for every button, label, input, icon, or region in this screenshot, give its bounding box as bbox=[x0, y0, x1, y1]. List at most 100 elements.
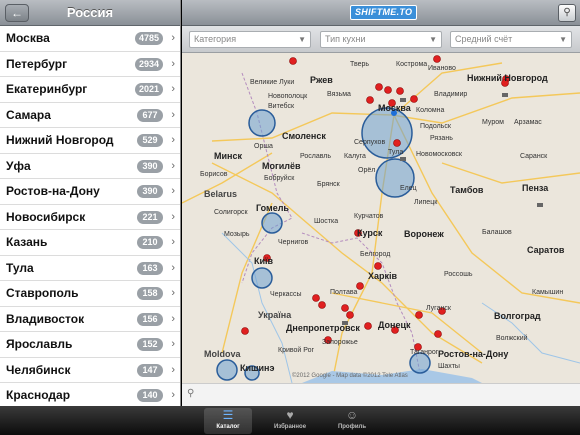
city-row[interactable]: Новосибирск 221 › bbox=[0, 204, 180, 230]
city-count-badge: 152 bbox=[137, 338, 163, 351]
city-name: Ставрополь bbox=[6, 286, 79, 300]
city-row[interactable]: Челябинск 147 › bbox=[0, 357, 180, 383]
chevron-right-icon: › bbox=[171, 287, 175, 299]
tab-profile[interactable]: ☺ Профиль bbox=[328, 408, 376, 434]
map-label: Гомель bbox=[256, 203, 289, 213]
person-icon: ☺ bbox=[345, 408, 359, 422]
city-row[interactable]: Ярославль 152 › bbox=[0, 332, 180, 358]
map-label: Саранск bbox=[520, 153, 548, 160]
map-label: Арзамас bbox=[514, 119, 542, 126]
map-label: Серпухов bbox=[354, 139, 386, 146]
map-label: Орша bbox=[254, 143, 273, 150]
city-row[interactable]: Петербург 2934 › bbox=[0, 51, 180, 77]
average-check-select-label: Средний счёт bbox=[455, 34, 513, 44]
map-label: Кострома bbox=[396, 61, 428, 68]
map-label: Смоленск bbox=[282, 131, 326, 141]
map-label: Курчатов bbox=[354, 213, 384, 220]
map-label: Днепропетровск bbox=[286, 323, 360, 333]
map-label: Владимир bbox=[434, 91, 468, 98]
tab-catalog-label: Каталог bbox=[216, 424, 240, 430]
map-label: Солигорск bbox=[214, 209, 248, 216]
city-row[interactable]: Уфа 390 › bbox=[0, 153, 180, 179]
map-pin-icon: ⚲ bbox=[563, 7, 571, 18]
city-row[interactable]: Самара 677 › bbox=[0, 102, 180, 128]
heart-icon: ♥ bbox=[286, 408, 294, 422]
map-label: Чернигов bbox=[278, 239, 309, 246]
map-label: Мозырь bbox=[224, 231, 250, 238]
map-label: Минск bbox=[214, 151, 242, 161]
city-name: Уфа bbox=[6, 158, 31, 173]
chevron-right-icon: › bbox=[171, 83, 175, 95]
average-check-select[interactable]: Средний счёт ▼ bbox=[450, 31, 572, 48]
chevron-right-icon: › bbox=[171, 338, 175, 350]
map-label: Belarus bbox=[204, 189, 238, 199]
city-count-badge: 140 bbox=[137, 389, 163, 402]
city-row[interactable]: Москва 4785 › bbox=[0, 26, 180, 52]
map-label: Елец bbox=[400, 185, 417, 192]
city-count-badge: 390 bbox=[137, 159, 163, 173]
location-button[interactable]: ⚲ bbox=[558, 4, 576, 22]
chevron-right-icon: › bbox=[171, 32, 175, 44]
map-view[interactable]: Великие Луки Ржев Новополоцк Витебск Вяз… bbox=[182, 53, 580, 383]
map-label: Moldova bbox=[204, 349, 241, 359]
city-row[interactable]: Ставрополь 158 › bbox=[0, 281, 180, 307]
map-label: Запорожье bbox=[322, 339, 358, 346]
map-label: Вязьма bbox=[327, 91, 351, 98]
map-label: Шостка bbox=[314, 218, 339, 225]
chevron-right-icon: › bbox=[171, 159, 175, 172]
map-label: Кривой Рог bbox=[278, 347, 315, 354]
map-label: Волгоград bbox=[494, 311, 541, 321]
city-sidebar: ← Россия Москва 4785 › Петербург 2934 › Екатер… bbox=[0, 0, 181, 406]
location-bar[interactable]: ⚲ bbox=[182, 383, 580, 406]
city-count-badge: 4785 bbox=[134, 32, 163, 45]
map-label: Воронеж bbox=[404, 229, 444, 239]
city-name: Челябинск bbox=[6, 362, 71, 377]
map-label: Україна bbox=[258, 310, 292, 320]
city-name: Тула bbox=[6, 260, 34, 275]
map-label: Полтава bbox=[330, 289, 358, 296]
chevron-right-icon: › bbox=[171, 134, 175, 146]
city-row[interactable]: Нижний Новгород 529 › bbox=[0, 128, 180, 154]
map-label: Балашов bbox=[482, 229, 512, 236]
tab-bar: ☰ Каталог ♥ Избранное ☺ Профиль bbox=[0, 406, 580, 435]
map-label: Рязань bbox=[430, 135, 453, 142]
cuisine-select[interactable]: Тип кухни ▼ bbox=[320, 31, 442, 48]
map-label: Новополоцк bbox=[268, 93, 308, 100]
city-name: Казань bbox=[6, 235, 48, 249]
map-label: Київ bbox=[254, 256, 274, 266]
city-count-badge: 677 bbox=[137, 108, 163, 122]
map-topbar: SHIFTME.TO ⚲ bbox=[182, 0, 580, 26]
tab-favorites-label: Избранное bbox=[273, 424, 307, 430]
map-label: Белгород bbox=[360, 251, 391, 258]
city-row[interactable]: Владивосток 156 › bbox=[0, 306, 180, 332]
city-name: Петербург bbox=[6, 56, 68, 71]
city-list: Москва 4785 › Петербург 2934 › Екатеринбург 202… bbox=[0, 26, 180, 406]
map-label: Саратов bbox=[527, 245, 565, 255]
map-label: Нижний Новгород bbox=[467, 73, 548, 83]
map-label: Черкассы bbox=[270, 291, 302, 298]
city-name: Новосибирск bbox=[6, 209, 86, 224]
sidebar-header: ← Россия bbox=[0, 0, 180, 26]
city-row[interactable]: Тула 163 › bbox=[0, 255, 180, 281]
chevron-right-icon: › bbox=[171, 261, 175, 274]
city-name: Ярославль bbox=[6, 337, 73, 351]
list-icon: ☰ bbox=[222, 408, 234, 422]
city-name: Нижний Новгород bbox=[6, 133, 114, 147]
city-row[interactable]: Екатеринбург 2021 › bbox=[0, 77, 180, 103]
city-count-badge: 163 bbox=[137, 261, 163, 275]
city-name: Краснодар bbox=[6, 388, 71, 402]
city-row[interactable]: Краснодар 140 › bbox=[0, 383, 180, 406]
category-select[interactable]: Категория ▼ bbox=[189, 31, 311, 48]
city-row[interactable]: Ростов-на-Дону 390 › bbox=[0, 179, 180, 205]
city-count-badge: 158 bbox=[137, 287, 163, 300]
cuisine-select-label: Тип кухни bbox=[325, 34, 366, 44]
city-count-badge: 147 bbox=[137, 363, 163, 377]
map-label: Бобруйск bbox=[264, 175, 295, 182]
city-count-badge: 156 bbox=[137, 312, 163, 326]
tab-favorites[interactable]: ♥ Избранное bbox=[266, 408, 314, 434]
location-pin-icon: ⚲ bbox=[187, 388, 195, 399]
city-row[interactable]: Казань 210 › bbox=[0, 230, 180, 256]
tab-catalog[interactable]: ☰ Каталог bbox=[204, 408, 252, 434]
map-label: Камышин bbox=[532, 289, 564, 296]
map-label: Москва bbox=[378, 103, 411, 113]
